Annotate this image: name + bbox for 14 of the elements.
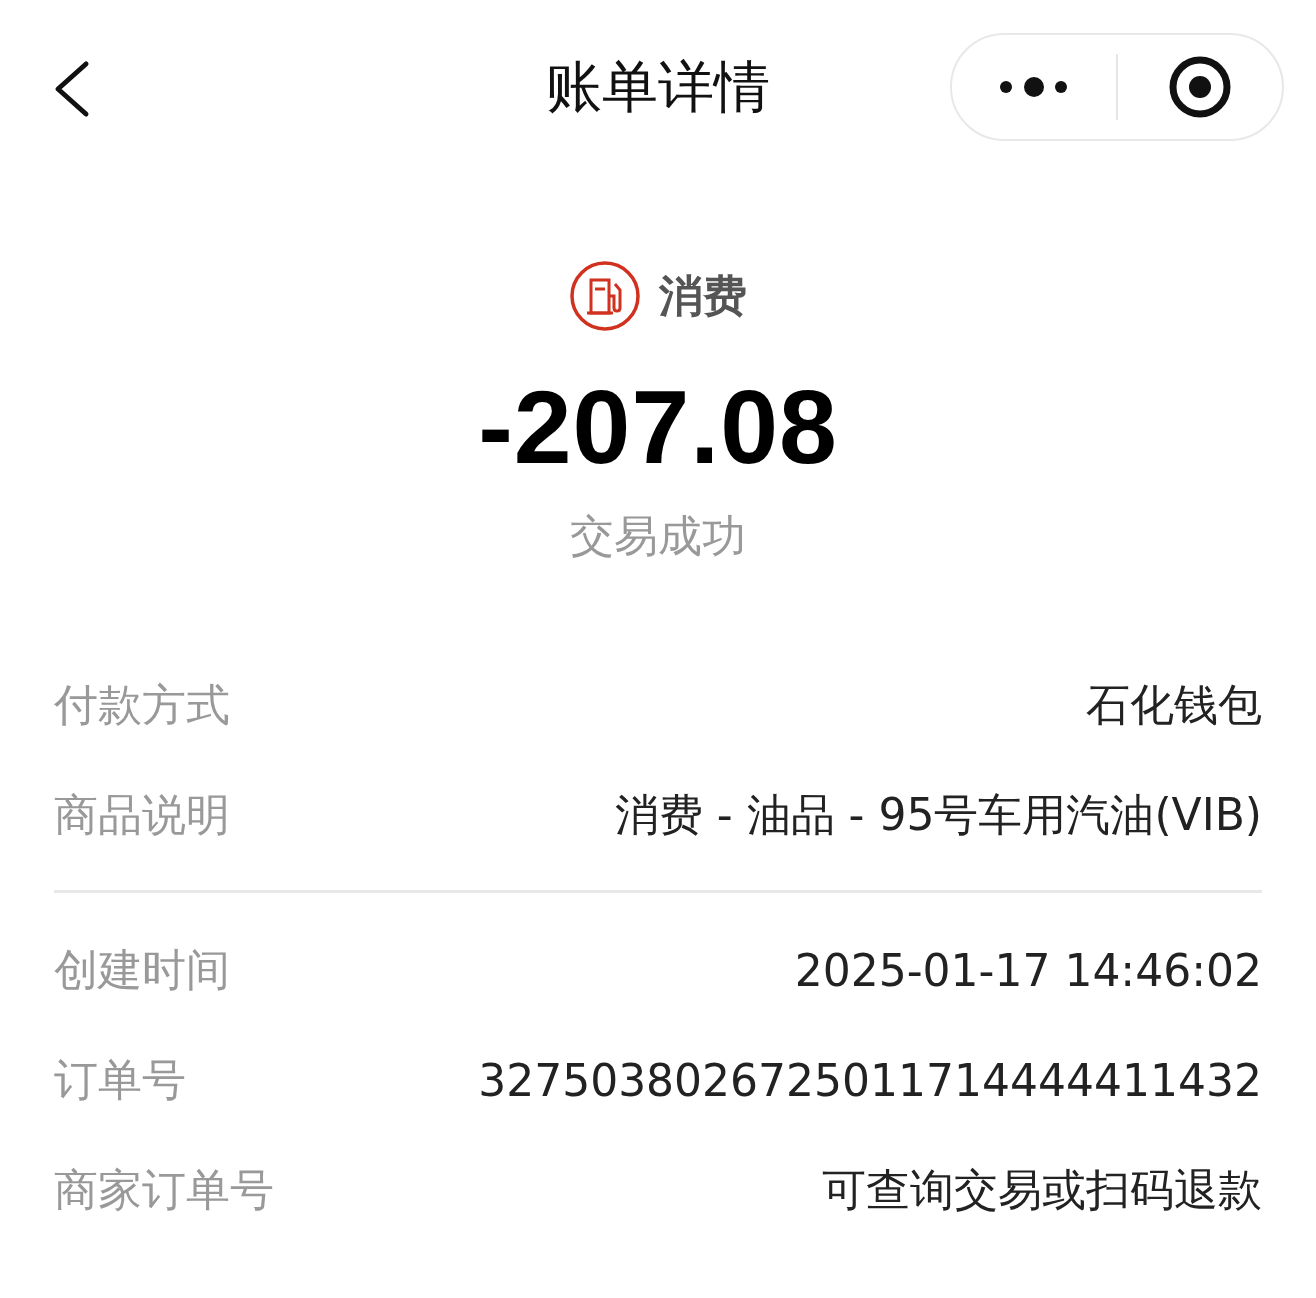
field-label: 商家订单号: [54, 1162, 274, 1217]
field-value: 可查询交易或扫码退款: [822, 1162, 1262, 1217]
field-label: 订单号: [54, 1052, 186, 1107]
field-value: 消费 - 油品 - 95号车用汽油(VIB): [614, 787, 1262, 842]
field-label: 付款方式: [54, 677, 230, 732]
field-value: 石化钱包: [1086, 677, 1262, 732]
status-label: 交易成功: [570, 509, 746, 563]
amount: -207.08: [478, 368, 838, 487]
field-label: 商品说明: [54, 787, 230, 842]
field-label: 创建时间: [54, 942, 230, 997]
field-value: 2025-01-17 14:46:02: [794, 944, 1262, 996]
category-label: 消费: [659, 268, 747, 323]
page-title: 账单详情: [546, 53, 770, 121]
field-value: 3275038026725011714444411432: [478, 1054, 1262, 1106]
